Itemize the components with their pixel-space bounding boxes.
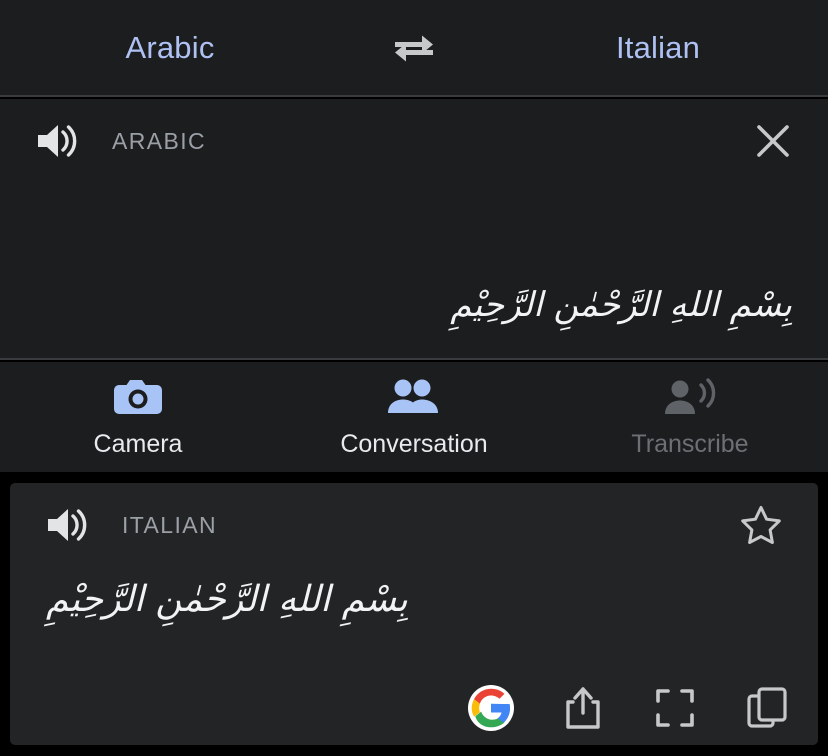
speaker-volume-icon: [46, 506, 90, 544]
translation-result-card: ITALIAN بِسْمِ اللهِ الرَّحْمٰنِ الرَّحِ…: [10, 483, 818, 745]
copy-button[interactable]: [742, 683, 792, 733]
result-speaker-button[interactable]: [46, 506, 90, 544]
translated-text[interactable]: بِسْمِ اللهِ الرَّحْمٰنِ الرَّحِيْمِ: [46, 579, 408, 620]
close-button[interactable]: [754, 122, 792, 160]
conversation-button[interactable]: Conversation: [276, 376, 552, 459]
translate-app-screen: Arabic Italian ARABIC بِسْمِ اللهِ الرَّ…: [0, 0, 828, 756]
source-detected-text[interactable]: بِسْمِ اللهِ الرَّحْمٰنِ الرَّحِيْمِ: [450, 285, 792, 325]
star-outline-icon: [740, 504, 782, 546]
camera-icon: [112, 376, 164, 420]
source-panel-header: ARABIC: [0, 117, 828, 165]
source-speaker-button[interactable]: [36, 122, 80, 160]
transcribe-label: Transcribe: [631, 429, 749, 458]
result-toolbar: [466, 683, 792, 733]
language-selector-bar: Arabic Italian: [0, 0, 828, 97]
transcribe-button[interactable]: Transcribe: [552, 376, 828, 459]
share-icon: [562, 685, 604, 731]
google-logo-icon: [467, 684, 515, 732]
action-buttons-row: Camera Conversation Transcribe: [0, 362, 828, 472]
source-language-button[interactable]: Arabic: [0, 30, 340, 66]
speaker-volume-icon: [36, 122, 80, 160]
result-panel-header: ITALIAN: [10, 501, 818, 549]
swap-languages-button[interactable]: [340, 31, 488, 65]
google-search-button[interactable]: [466, 683, 516, 733]
result-language-label: ITALIAN: [122, 511, 218, 538]
fullscreen-icon: [654, 687, 696, 729]
copy-icon: [745, 686, 789, 730]
favorite-button[interactable]: [740, 504, 782, 546]
close-icon: [754, 122, 792, 160]
transcribe-icon: [662, 376, 718, 420]
camera-button[interactable]: Camera: [0, 376, 276, 459]
fullscreen-button[interactable]: [650, 683, 700, 733]
conversation-label: Conversation: [340, 429, 488, 458]
people-icon: [386, 376, 442, 420]
target-language-button[interactable]: Italian: [488, 30, 828, 66]
camera-label: Camera: [93, 429, 183, 458]
swap-horizontal-icon: [391, 31, 437, 65]
source-language-label: ARABIC: [112, 127, 207, 154]
source-text-panel: ARABIC بِسْمِ اللهِ الرَّحْمٰنِ الرَّحِي…: [0, 99, 828, 427]
share-button[interactable]: [558, 683, 608, 733]
